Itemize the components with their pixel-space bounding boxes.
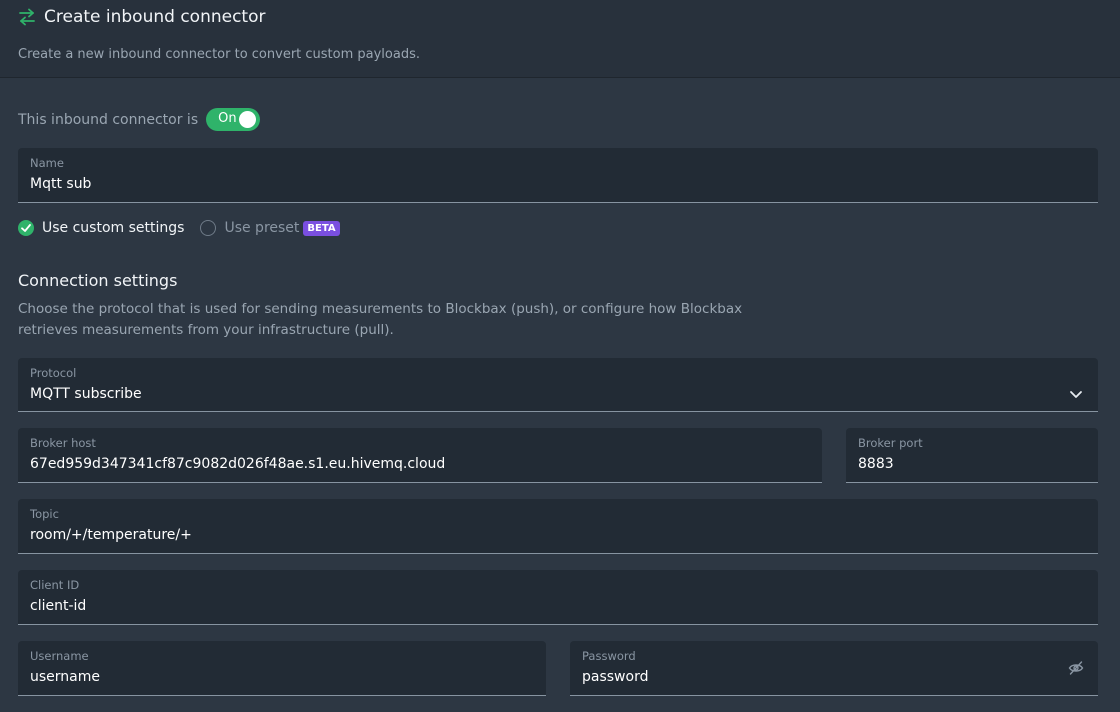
chevron-down-icon[interactable] xyxy=(1068,386,1084,402)
topic-value: room/+/temperature/+ xyxy=(30,527,192,543)
custom-settings-radio[interactable]: Use custom settings xyxy=(18,220,184,236)
status-toggle[interactable]: On xyxy=(206,108,261,131)
broker-port-value: 8883 xyxy=(858,456,894,472)
section-description: Choose the protocol that is used for sen… xyxy=(18,301,743,338)
password-value: password xyxy=(582,669,649,685)
page-header: Create inbound connector Create a new in… xyxy=(0,0,1120,78)
name-field[interactable]: Name Mqtt sub xyxy=(18,148,1098,203)
broker-host-label: Broker host xyxy=(30,436,96,450)
mode-selector: Use custom settings Use preset BETA xyxy=(18,220,340,236)
toggle-knob xyxy=(239,111,257,128)
username-value: username xyxy=(30,669,100,685)
check-circle-icon xyxy=(18,220,34,236)
password-field[interactable]: Password password xyxy=(570,641,1098,696)
username-field[interactable]: Username username xyxy=(18,641,546,696)
status-label: This inbound connector is xyxy=(18,111,199,128)
username-label: Username xyxy=(30,649,89,663)
broker-port-field[interactable]: Broker port 8883 xyxy=(846,428,1098,483)
broker-host-field[interactable]: Broker host 67ed959d347341cf87c9082d026f… xyxy=(18,428,822,483)
password-label: Password xyxy=(582,649,636,663)
name-field-label: Name xyxy=(30,156,64,170)
custom-settings-label: Use custom settings xyxy=(42,220,185,236)
broker-port-label: Broker port xyxy=(858,436,923,450)
name-field-value: Mqtt sub xyxy=(30,176,92,192)
page-subtitle: Create a new inbound connector to conver… xyxy=(18,47,420,62)
eye-off-icon[interactable] xyxy=(1068,660,1084,676)
broker-host-value: 67ed959d347341cf87c9082d026f48ae.s1.eu.h… xyxy=(30,456,446,472)
preset-label: Use preset xyxy=(224,220,300,236)
section-title: Connection settings xyxy=(18,271,178,290)
client-id-field[interactable]: Client ID client-id xyxy=(18,570,1098,625)
protocol-label: Protocol xyxy=(30,366,77,380)
beta-badge: BETA xyxy=(303,220,340,236)
toggle-text: On xyxy=(218,111,237,126)
radio-empty-icon xyxy=(200,220,217,236)
topic-field[interactable]: Topic room/+/temperature/+ xyxy=(18,499,1098,554)
protocol-select[interactable]: Protocol MQTT subscribe xyxy=(18,358,1098,412)
client-id-label: Client ID xyxy=(30,578,80,592)
title-row: Create inbound connector xyxy=(18,7,265,27)
status-row: This inbound connector is On xyxy=(18,108,261,131)
swap-arrows-icon xyxy=(18,8,36,26)
preset-radio[interactable]: Use preset BETA xyxy=(200,220,340,236)
page-title: Create inbound connector xyxy=(44,7,266,27)
protocol-value: MQTT subscribe xyxy=(30,386,142,402)
topic-label: Topic xyxy=(30,507,59,521)
client-id-value: client-id xyxy=(30,598,87,614)
